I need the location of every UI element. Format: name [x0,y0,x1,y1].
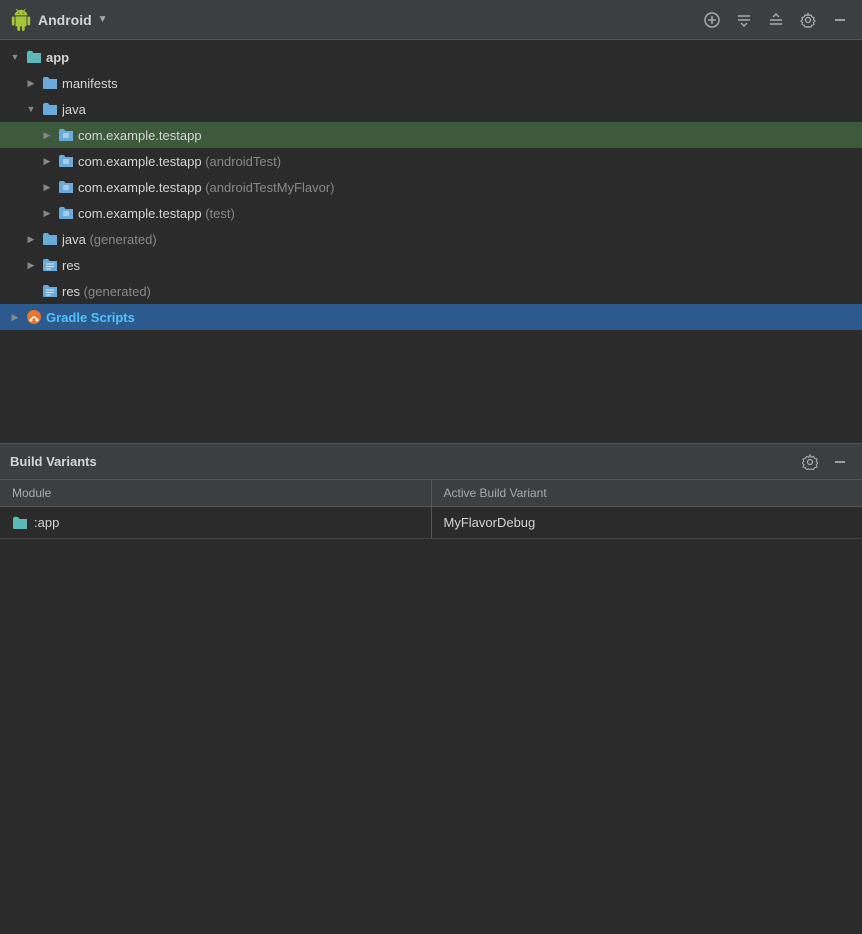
expand-icon-java-gen: ▶ [24,232,38,246]
minimize-icon [832,12,848,28]
tree-item-res-gen-label: res (generated) [62,284,151,299]
gear-icon [800,12,816,28]
tree-item-pkg2[interactable]: ▶ com.example.testapp (androidTest) [0,148,862,174]
folder-special-icon [42,232,58,246]
folder-blue-icon [42,76,58,90]
tree-item-app-label: app [46,50,69,65]
toolbar-title: Android ▼ [10,9,700,31]
panel-title: Android [38,12,92,28]
bv-col-module: Module [0,480,431,507]
bv-variant-cell[interactable]: MyFlavorDebug [431,507,862,539]
bv-gear-icon [802,454,818,470]
collapse-all-icon [736,12,752,28]
toolbar: Android ▼ [0,0,862,40]
tree-item-pkg3-label: com.example.testapp (androidTestMyFlavor… [78,180,335,195]
add-button[interactable] [700,8,724,32]
folder-icon-res-gen [41,282,59,300]
expand-icon-gradle: ▶ [8,310,22,324]
tree-item-java[interactable]: ▼ java [0,96,862,122]
minimize-button[interactable] [828,8,852,32]
expand-icon-app: ▼ [8,50,22,64]
tree-item-pkg1-label: com.example.testapp [78,128,202,143]
gradle-scripts-icon [26,309,42,325]
dropdown-chevron[interactable]: ▼ [98,14,108,25]
file-tree: ▼ app ▶ manifests ▼ [0,40,862,443]
bv-settings-button[interactable] [798,450,822,474]
toolbar-actions [700,8,852,32]
tree-item-manifests[interactable]: ▶ manifests [0,70,862,96]
expand-all-button[interactable] [764,8,788,32]
package-folder-icon-4 [58,206,74,220]
settings-button[interactable] [796,8,820,32]
android-icon [10,9,32,31]
tree-item-pkg3[interactable]: ▶ com.example.testapp (androidTestMyFlav… [0,174,862,200]
bv-module-cell: :app [0,507,431,539]
tree-item-res-label: res [62,258,80,273]
build-variants-panel: Build Variants Module [0,443,862,539]
tree-item-gradle-label: Gradle Scripts [46,310,135,325]
expand-all-icon [768,12,784,28]
tree-item-res[interactable]: ▶ res [0,252,862,278]
bottom-area [0,539,862,934]
package-icon-pkg1 [57,126,75,144]
main-container: Android ▼ [0,0,862,934]
package-icon-pkg3 [57,178,75,196]
bv-table-row[interactable]: :app MyFlavorDebug [0,507,862,539]
folder-icon-java-gen [41,230,59,248]
expand-icon-java: ▼ [24,102,38,116]
tree-item-manifests-label: manifests [62,76,118,91]
build-variants-actions [798,450,852,474]
bv-col-variant: Active Build Variant [431,480,862,507]
package-folder-icon-2 [58,154,74,168]
folder-icon-manifests [41,74,59,92]
package-icon-pkg4 [57,204,75,222]
bv-minimize-button[interactable] [828,450,852,474]
build-variants-header: Build Variants [0,444,862,480]
tree-item-java-gen[interactable]: ▶ java (generated) [0,226,862,252]
bv-minimize-icon [832,454,848,470]
tree-item-gradle[interactable]: ▶ Gradle Scripts [0,304,862,330]
add-icon [704,12,720,28]
tree-item-pkg4-label: com.example.testapp (test) [78,206,235,221]
tree-item-java-gen-label: java (generated) [62,232,157,247]
module-folder-icon [12,516,28,530]
expand-icon-pkg4: ▶ [40,206,54,220]
bv-table-header-row: Module Active Build Variant [0,480,862,507]
folder-blue-list-icon [42,258,58,272]
module-cell-content: :app [12,515,419,530]
expand-icon-pkg3: ▶ [40,180,54,194]
collapse-all-button[interactable] [732,8,756,32]
expand-icon-res: ▶ [24,258,38,272]
tree-item-pkg2-label: com.example.testapp (androidTest) [78,154,281,169]
gradle-icon [25,308,43,326]
build-variants-title: Build Variants [10,454,798,469]
folder-blue-list-icon-2 [42,284,58,298]
folder-icon-java [41,100,59,118]
folder-blue-icon-2 [42,102,58,116]
folder-icon-res [41,256,59,274]
expand-icon-pkg1: ▶ [40,128,54,142]
package-folder-icon-3 [58,180,74,194]
build-variants-table: Module Active Build Variant :app [0,480,862,539]
expand-icon-pkg2: ▶ [40,154,54,168]
tree-item-res-gen[interactable]: ▶ res (generated) [0,278,862,304]
tree-item-pkg1[interactable]: ▶ com.example.testapp [0,122,862,148]
tree-item-app[interactable]: ▼ app [0,44,862,70]
tree-item-java-label: java [62,102,86,117]
tree-item-pkg4[interactable]: ▶ com.example.testapp (test) [0,200,862,226]
folder-teal-icon [26,50,42,64]
package-folder-icon [58,128,74,142]
expand-icon-manifests: ▶ [24,76,38,90]
folder-icon-app [25,48,43,66]
package-icon-pkg2 [57,152,75,170]
module-name: :app [34,515,59,530]
